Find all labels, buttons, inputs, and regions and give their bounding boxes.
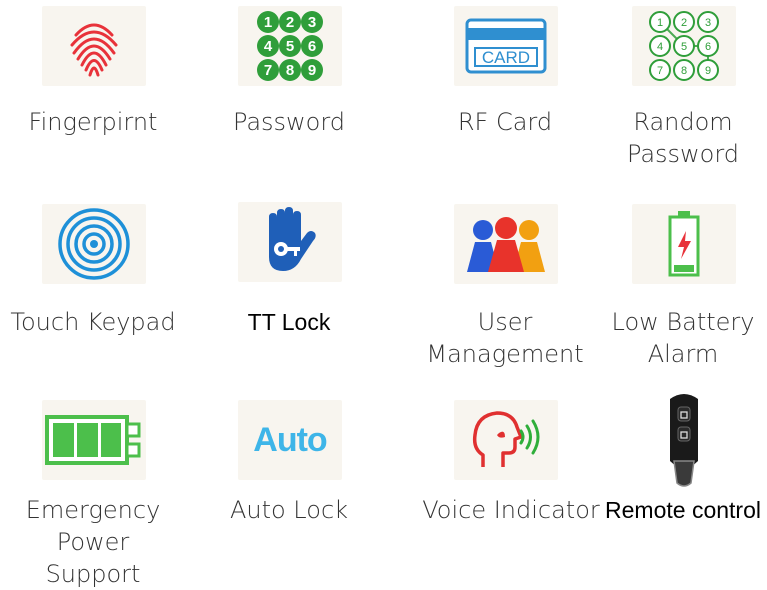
numeric-keypad-icon: 1 2 3 4 5 6 7 8 9 xyxy=(238,6,342,86)
svg-text:CARD: CARD xyxy=(482,48,530,67)
feature-label: User Management xyxy=(412,306,598,370)
feature-password: 1 2 3 4 5 6 7 8 9 Password xyxy=(196,0,382,180)
feature-label: Low Battery Alarm xyxy=(590,306,767,370)
label-line-1: User xyxy=(477,308,533,336)
card-icon: CARD xyxy=(454,6,558,86)
tile: 1 2 3 4 5 6 7 8 9 xyxy=(632,6,736,86)
feature-fingerprint: Fingerpirnt xyxy=(0,0,186,180)
svg-text:6: 6 xyxy=(308,38,316,55)
feature-label: Remote control xyxy=(605,497,761,523)
label-line-1: Emergency Power xyxy=(25,496,161,556)
touch-rings-icon xyxy=(42,204,146,284)
feature-remote-control: Remote control xyxy=(590,394,767,558)
label-line-2: Password xyxy=(626,140,740,168)
feature-label: TT Lock xyxy=(247,309,331,335)
tile xyxy=(42,204,146,284)
feature-label: Fingerpirnt xyxy=(28,108,158,136)
feature-label: Voice Indicator xyxy=(422,496,600,524)
low-battery-icon xyxy=(632,204,736,284)
feature-user-management: User Management xyxy=(412,196,598,376)
tile: 1 2 3 4 5 6 7 8 9 xyxy=(238,6,342,86)
label-line-2: Alarm xyxy=(647,340,719,368)
feature-rf-card: CARD RF Card xyxy=(412,0,598,180)
feature-label: Auto Lock xyxy=(229,496,349,524)
svg-text:4: 4 xyxy=(264,38,273,55)
tile xyxy=(238,202,342,282)
svg-text:7: 7 xyxy=(264,62,272,79)
svg-text:2: 2 xyxy=(286,14,294,31)
svg-text:4: 4 xyxy=(657,41,663,53)
feature-random-password: 1 2 3 4 5 6 7 8 9 Random Password xyxy=(590,0,767,180)
feature-touch-keypad: Touch Keypad xyxy=(0,196,186,376)
feature-label: Emergency Power Support xyxy=(0,494,186,590)
label-line-1: Random xyxy=(633,108,733,136)
svg-text:8: 8 xyxy=(681,65,687,77)
svg-text:7: 7 xyxy=(657,65,663,77)
auto-text: Auto xyxy=(253,420,327,459)
tile xyxy=(454,204,558,284)
battery-full-icon xyxy=(42,400,146,480)
svg-text:9: 9 xyxy=(705,65,711,77)
tile xyxy=(42,6,146,86)
voice-head-icon xyxy=(454,400,558,480)
feature-emergency-power: Emergency Power Support xyxy=(0,394,186,588)
fingerprint-icon xyxy=(42,6,146,86)
tile xyxy=(632,204,736,284)
svg-text:9: 9 xyxy=(308,62,316,79)
feature-label: Random Password xyxy=(590,106,767,170)
feature-auto-lock: Auto Auto Lock xyxy=(196,394,382,558)
svg-text:5: 5 xyxy=(286,38,294,55)
feature-tt-lock: TT Lock xyxy=(196,196,382,376)
feature-label: Password xyxy=(232,108,346,136)
tile xyxy=(632,394,736,487)
label-line-2: Management xyxy=(426,340,584,368)
svg-text:1: 1 xyxy=(264,14,272,31)
tile: CARD xyxy=(454,6,558,86)
label-line-1: Low Battery xyxy=(611,308,755,336)
feature-low-battery: Low Battery Alarm xyxy=(590,196,767,376)
svg-text:3: 3 xyxy=(308,14,316,31)
svg-text:6: 6 xyxy=(705,41,711,53)
label-line-2: Support xyxy=(45,560,141,588)
random-keypad-icon: 1 2 3 4 5 6 7 8 9 xyxy=(632,6,736,86)
auto-text-icon: Auto xyxy=(238,400,342,480)
svg-text:1: 1 xyxy=(657,17,663,29)
svg-text:5: 5 xyxy=(681,41,687,53)
svg-text:3: 3 xyxy=(705,17,711,29)
svg-text:8: 8 xyxy=(286,62,294,79)
tile xyxy=(42,400,146,480)
feature-label: RF Card xyxy=(457,108,553,136)
svg-text:2: 2 xyxy=(681,17,687,29)
feature-label: Touch Keypad xyxy=(10,308,176,336)
tile xyxy=(454,400,558,480)
remote-key-fob-icon xyxy=(632,394,736,487)
hand-key-icon xyxy=(238,202,342,282)
feature-voice-indicator: Voice Indicator xyxy=(412,394,600,558)
users-icon xyxy=(454,204,558,284)
tile: Auto xyxy=(238,400,342,480)
